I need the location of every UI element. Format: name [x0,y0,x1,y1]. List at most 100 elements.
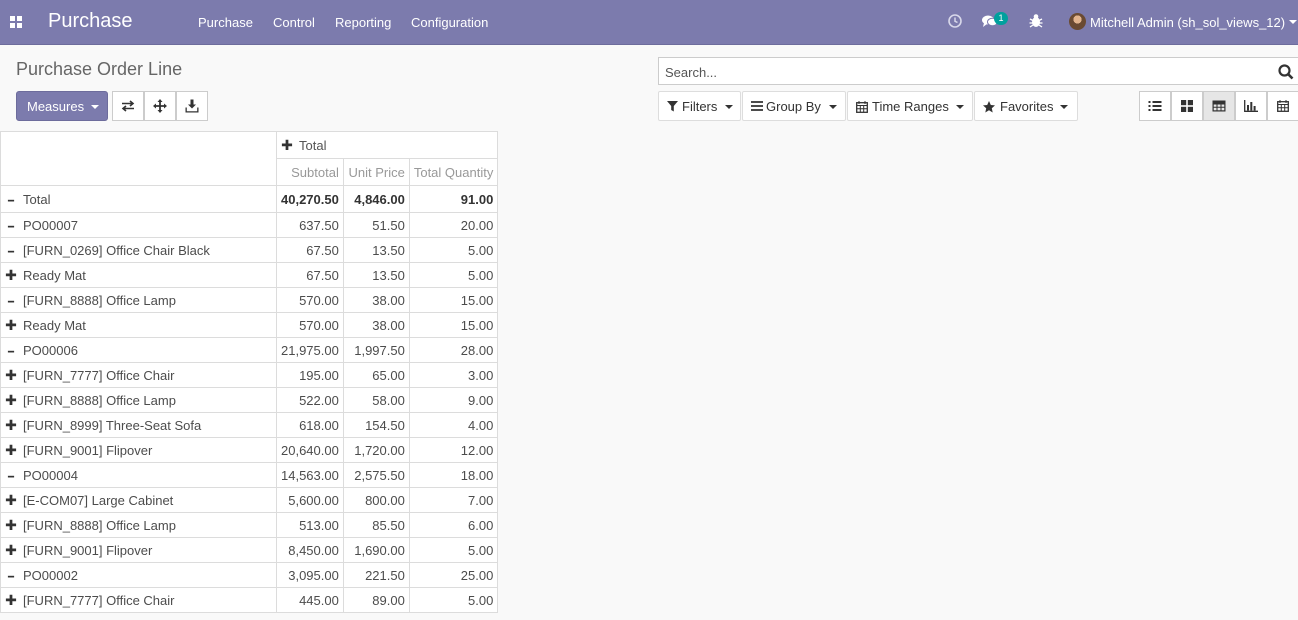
row-header[interactable]: ━ PO00002 [0,562,277,588]
time-ranges-button[interactable]: Time Ranges [847,91,973,121]
apps-menu-icon[interactable] [10,16,23,29]
row-header-label: [FURN_7777] Office Chair [23,367,175,383]
view-pivot-button[interactable] [1203,91,1235,121]
cell-subtotal[interactable]: 195.00 [276,362,344,388]
cell-total-quantity[interactable]: 15.00 [408,312,499,338]
cell-unit-price[interactable]: 38.00 [342,312,410,338]
cell-unit-price[interactable]: 221.50 [342,562,410,588]
row-header[interactable]: ✚ Ready Mat [0,262,277,288]
cell-unit-price[interactable]: 58.00 [342,387,410,413]
cell-total-quantity[interactable]: 7.00 [408,487,499,513]
menu-control[interactable]: Control [273,15,315,30]
cell-unit-price[interactable]: 13.50 [342,237,410,263]
cell-subtotal[interactable]: 445.00 [276,587,344,613]
cell-total-quantity[interactable]: 5.00 [408,587,499,613]
row-header[interactable]: ━ [FURN_0269] Office Chair Black [0,237,277,263]
user-avatar[interactable] [1069,13,1086,30]
menu-reporting[interactable]: Reporting [335,15,391,30]
row-header[interactable]: ✚ [FURN_9001] Flipover [0,437,277,463]
cell-unit-price[interactable]: 38.00 [342,287,410,313]
menu-configuration[interactable]: Configuration [411,15,488,30]
cell-total-quantity[interactable]: 4.00 [408,412,499,438]
group-by-button[interactable]: Group By [742,91,846,121]
cell-total-quantity[interactable]: 18.00 [408,462,499,488]
cell-total-quantity[interactable]: 28.00 [408,337,499,363]
cell-unit-price[interactable]: 1,690.00 [342,537,410,563]
row-header[interactable]: ━ Total [0,185,277,213]
row-header[interactable]: ━ PO00007 [0,212,277,238]
cell-subtotal[interactable]: 21,975.00 [276,337,344,363]
row-header[interactable]: ━ [FURN_8888] Office Lamp [0,287,277,313]
download-button[interactable] [176,91,208,121]
activity-clock-icon[interactable] [947,13,965,31]
row-header[interactable]: ✚ [FURN_9001] Flipover [0,537,277,563]
debug-bug-icon[interactable] [1029,13,1047,31]
cell-total-quantity[interactable]: 5.00 [408,262,499,288]
pivot-corner-cell [0,131,277,186]
cell-unit-price[interactable]: 65.00 [342,362,410,388]
cell-subtotal[interactable]: 3,095.00 [276,562,344,588]
cell-unit-price[interactable]: 1,997.50 [342,337,410,363]
cell-subtotal[interactable]: 522.00 [276,387,344,413]
row-header[interactable]: ✚ [FURN_7777] Office Chair [0,362,277,388]
view-calendar-button[interactable] [1267,91,1298,121]
cell-total-quantity[interactable]: 91.00 [408,185,499,213]
menu-purchase[interactable]: Purchase [198,15,253,30]
measures-button[interactable]: Measures [16,91,108,121]
view-kanban-button[interactable] [1171,91,1203,121]
expand-all-button[interactable] [144,91,176,121]
measure-header-total-quantity[interactable]: Total Quantity [408,158,499,186]
cell-subtotal[interactable]: 20,640.00 [276,437,344,463]
filters-button[interactable]: Filters [658,91,741,121]
cell-subtotal[interactable]: 513.00 [276,512,344,538]
row-header[interactable]: ━ PO00006 [0,337,277,363]
measure-header-unit-price[interactable]: Unit Price [342,158,410,186]
cell-subtotal[interactable]: 14,563.00 [276,462,344,488]
cell-subtotal[interactable]: 570.00 [276,312,344,338]
cell-total-quantity[interactable]: 5.00 [408,237,499,263]
col-header-total[interactable]: ✚ Total [275,131,499,159]
cell-unit-price[interactable]: 13.50 [342,262,410,288]
app-brand[interactable]: Purchase [48,10,133,33]
cell-unit-price[interactable]: 51.50 [342,212,410,238]
cell-subtotal[interactable]: 67.50 [276,237,344,263]
row-header[interactable]: ✚ [FURN_8888] Office Lamp [0,512,277,538]
cell-unit-price[interactable]: 1,720.00 [342,437,410,463]
cell-subtotal[interactable]: 618.00 [276,412,344,438]
flip-axis-button[interactable] [112,91,144,121]
row-header[interactable]: ━ PO00004 [0,462,277,488]
search-input[interactable] [663,62,1267,82]
cell-subtotal[interactable]: 40,270.50 [276,185,344,213]
cell-subtotal[interactable]: 570.00 [276,287,344,313]
measure-header-subtotal[interactable]: Subtotal [276,158,344,186]
cell-unit-price[interactable]: 154.50 [342,412,410,438]
cell-unit-price[interactable]: 85.50 [342,512,410,538]
cell-unit-price[interactable]: 2,575.50 [342,462,410,488]
cell-total-quantity[interactable]: 25.00 [408,562,499,588]
cell-total-quantity[interactable]: 3.00 [408,362,499,388]
cell-total-quantity[interactable]: 9.00 [408,387,499,413]
cell-subtotal[interactable]: 5,600.00 [276,487,344,513]
row-header[interactable]: ✚ [FURN_8888] Office Lamp [0,387,277,413]
favorites-button[interactable]: Favorites [974,91,1078,121]
view-graph-button[interactable] [1235,91,1267,121]
cell-unit-price[interactable]: 89.00 [342,587,410,613]
cell-subtotal[interactable]: 8,450.00 [276,537,344,563]
row-header[interactable]: ✚ [FURN_7777] Office Chair [0,587,277,613]
user-menu-caret-icon[interactable] [1289,20,1297,24]
cell-subtotal[interactable]: 67.50 [276,262,344,288]
cell-total-quantity[interactable]: 12.00 [408,437,499,463]
cell-total-quantity[interactable]: 20.00 [408,212,499,238]
cell-unit-price[interactable]: 800.00 [342,487,410,513]
row-header[interactable]: ✚ Ready Mat [0,312,277,338]
cell-subtotal[interactable]: 637.50 [276,212,344,238]
row-header[interactable]: ✚ [E-COM07] Large Cabinet [0,487,277,513]
cell-unit-price[interactable]: 4,846.00 [342,185,410,213]
row-header[interactable]: ✚ [FURN_8999] Three-Seat Sofa [0,412,277,438]
user-menu-name[interactable]: Mitchell Admin (sh_sol_views_12) [1090,15,1285,30]
search-icon[interactable] [1278,64,1294,80]
cell-total-quantity[interactable]: 6.00 [408,512,499,538]
cell-total-quantity[interactable]: 5.00 [408,537,499,563]
cell-total-quantity[interactable]: 15.00 [408,287,499,313]
view-list-button[interactable] [1139,91,1171,121]
